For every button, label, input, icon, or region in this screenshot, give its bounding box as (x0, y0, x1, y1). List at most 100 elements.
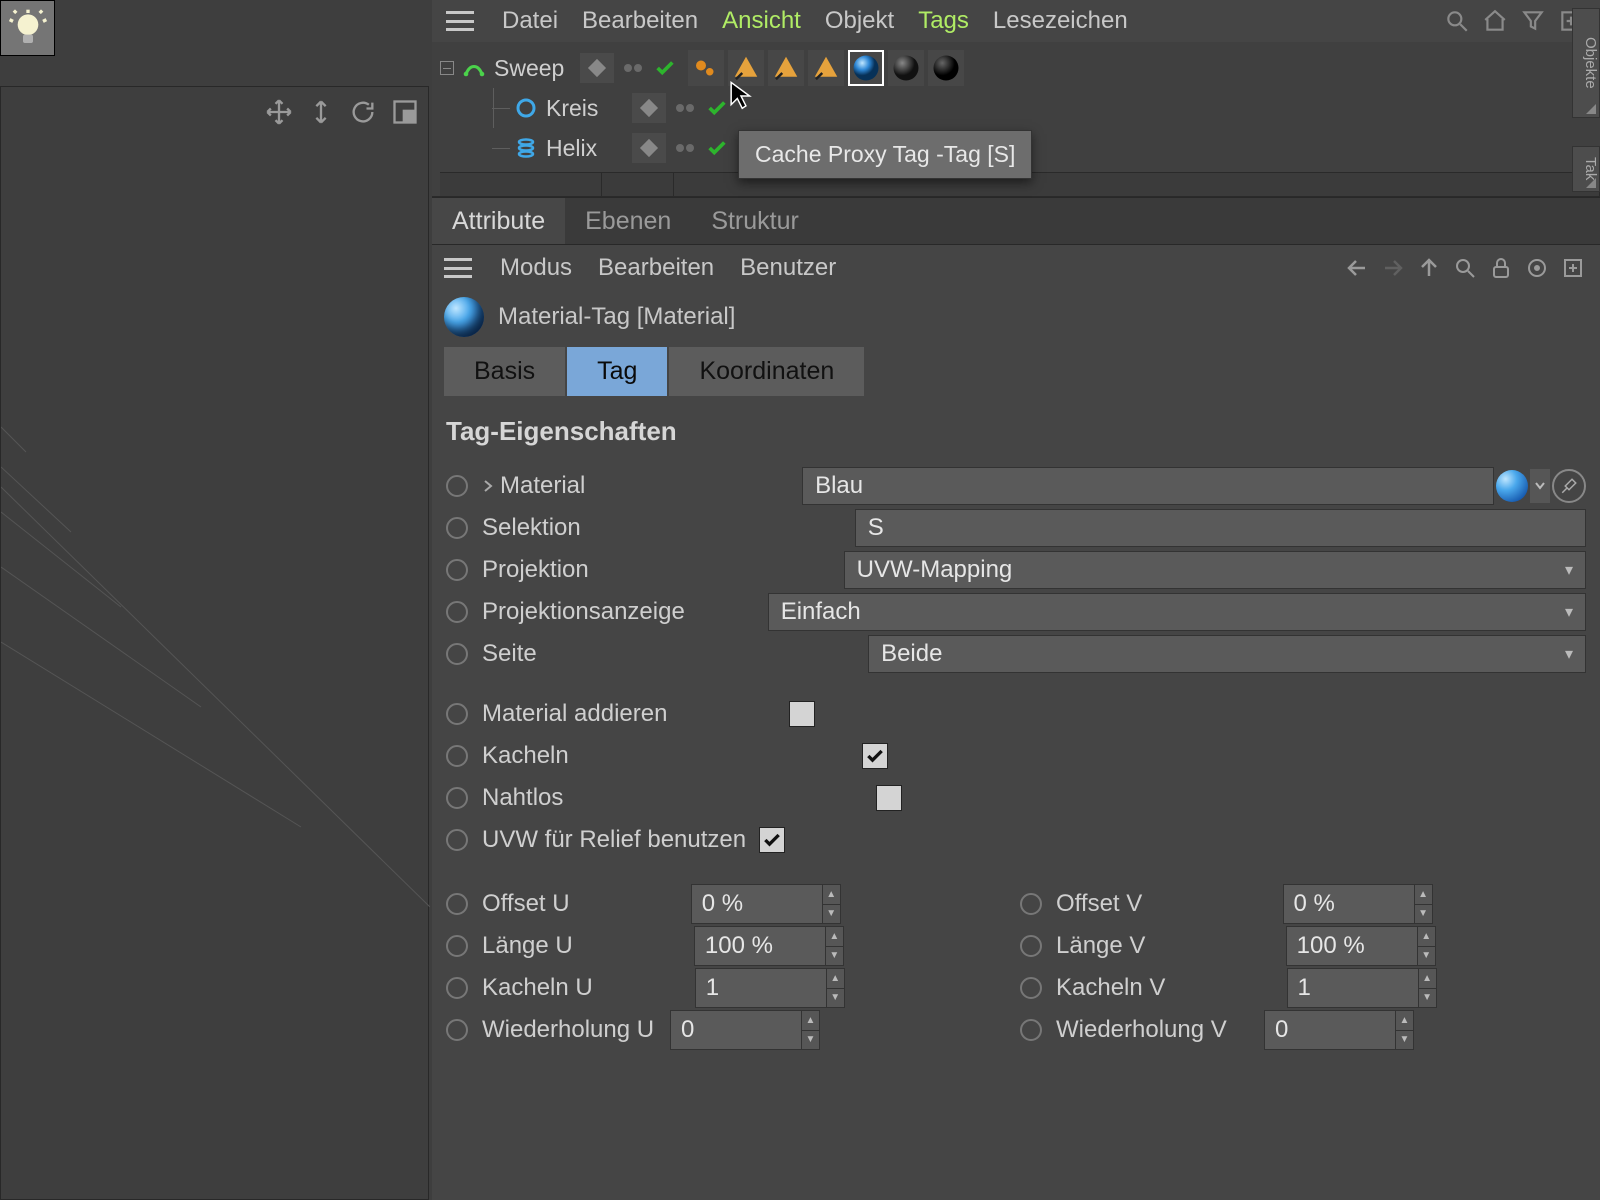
tag-material-dark-icon[interactable] (888, 50, 924, 86)
filter-icon[interactable] (1518, 6, 1548, 36)
checkbox[interactable] (862, 743, 888, 769)
prop-label: Kacheln (482, 742, 569, 770)
visibility-dots-icon[interactable] (666, 104, 704, 112)
prop-label: Wiederholung V (1056, 1016, 1227, 1044)
hamburger-icon[interactable] (444, 258, 472, 278)
layer-color-icon[interactable] (580, 53, 614, 83)
rotate-icon[interactable] (346, 95, 380, 129)
projection-dropdown[interactable]: UVW-Mapping▾ (844, 551, 1586, 589)
subtab-basis[interactable]: Basis (444, 347, 565, 396)
subtab-tag[interactable]: Tag (567, 347, 667, 396)
prop-material: Material . . . . . . . . . . . Blau (446, 465, 1586, 507)
param-anim-icon[interactable] (446, 517, 468, 539)
material-field[interactable]: Blau (802, 467, 1494, 505)
visibility-dots-icon[interactable] (614, 64, 652, 72)
param-anim-icon[interactable] (446, 703, 468, 725)
lock-icon[interactable] (1486, 253, 1516, 283)
nav-back-icon[interactable] (1342, 253, 1372, 283)
param-anim-icon[interactable] (446, 829, 468, 851)
enabled-check-icon[interactable] (706, 137, 728, 159)
param-anim-icon[interactable] (446, 643, 468, 665)
param-anim-icon[interactable] (1020, 893, 1042, 915)
hint-lightbulb[interactable] (0, 0, 55, 56)
projection-display-dropdown[interactable]: Einfach▾ (768, 593, 1586, 631)
visibility-dots-icon[interactable] (666, 144, 704, 152)
hamburger-icon[interactable] (446, 11, 474, 31)
chevron-down-icon[interactable] (1530, 469, 1550, 503)
param-anim-icon[interactable] (446, 601, 468, 623)
material-swatch-icon[interactable] (1496, 470, 1528, 502)
search-icon[interactable] (1442, 6, 1472, 36)
prop-laenge-v: Länge V. . . . . . . 100 %▲▼ (1020, 925, 1586, 967)
prop-label: UVW für Relief benutzen (482, 826, 746, 854)
laenge-u-input[interactable]: 100 %▲▼ (694, 926, 844, 966)
param-anim-icon[interactable] (446, 893, 468, 915)
param-anim-icon[interactable] (446, 1019, 468, 1041)
prop-label: Offset V (1056, 890, 1142, 918)
attr-menu-benutzer[interactable]: Benutzer (740, 254, 836, 282)
layer-color-icon[interactable] (632, 133, 666, 163)
selection-field[interactable]: S (855, 509, 1586, 547)
laenge-v-input[interactable]: 100 %▲▼ (1286, 926, 1436, 966)
param-anim-icon[interactable] (446, 475, 468, 497)
menu-objekt[interactable]: Objekt (825, 7, 894, 35)
search-icon[interactable] (1450, 253, 1480, 283)
menu-lesezeichen[interactable]: Lesezeichen (993, 7, 1128, 35)
new-window-icon[interactable] (1558, 253, 1588, 283)
wieder-v-input[interactable]: 0▲▼ (1264, 1010, 1414, 1050)
param-anim-icon[interactable] (1020, 935, 1042, 957)
layer-color-icon[interactable] (632, 93, 666, 123)
checkbox[interactable] (876, 785, 902, 811)
tag-material-blue-icon[interactable] (848, 50, 884, 86)
offset-u-input[interactable]: 0 %▲▼ (691, 884, 841, 924)
menu-bearbeiten[interactable]: Bearbeiten (582, 7, 698, 35)
tree-row-kreis[interactable]: Kreis (440, 88, 1600, 128)
target-icon[interactable] (1522, 253, 1552, 283)
maximize-icon[interactable] (388, 95, 422, 129)
tag-dyn-icon[interactable] (688, 50, 724, 86)
enabled-check-icon[interactable] (706, 97, 728, 119)
menu-ansicht[interactable]: Ansicht (722, 7, 801, 35)
param-anim-icon[interactable] (446, 935, 468, 957)
param-anim-icon[interactable] (446, 977, 468, 999)
param-anim-icon[interactable] (1020, 977, 1042, 999)
chevron-right-icon[interactable] (482, 480, 494, 492)
tree-collapse-icon[interactable] (440, 61, 454, 75)
menu-datei[interactable]: Datei (502, 7, 558, 35)
tree-row-sweep[interactable]: Sweep (440, 48, 1600, 88)
enabled-check-icon[interactable] (654, 57, 676, 79)
tag-cacheproxy-icon[interactable] (808, 50, 844, 86)
tree-item-label: Sweep (494, 55, 572, 82)
checkbox[interactable] (789, 701, 815, 727)
nav-up-icon[interactable] (1414, 253, 1444, 283)
tab-struktur[interactable]: Struktur (691, 198, 819, 244)
param-anim-icon[interactable] (446, 559, 468, 581)
prop-seite: Seite . . . . . . . . . . . . . . . . . … (446, 633, 1586, 675)
lightbulb-icon (8, 8, 48, 48)
param-anim-icon[interactable] (1020, 1019, 1042, 1041)
menu-tags[interactable]: Tags (918, 7, 969, 35)
offset-v-input[interactable]: 0 %▲▼ (1283, 884, 1433, 924)
checkbox[interactable] (759, 827, 785, 853)
attr-menu-modus[interactable]: Modus (500, 254, 572, 282)
side-dropdown[interactable]: Beide▾ (868, 635, 1586, 673)
kacheln-u-input[interactable]: 1▲▼ (695, 968, 845, 1008)
tag-material-black-icon[interactable] (928, 50, 964, 86)
param-anim-icon[interactable] (446, 787, 468, 809)
chevron-down-icon: ▾ (1565, 644, 1573, 664)
move-icon[interactable] (262, 95, 296, 129)
object-manager-menubar: Datei Bearbeiten Ansicht Objekt Tags Les… (432, 0, 1600, 42)
pan-vertical-icon[interactable] (304, 95, 338, 129)
home-icon[interactable] (1480, 6, 1510, 36)
prop-label: Offset U (482, 890, 570, 918)
wieder-u-input[interactable]: 0▲▼ (670, 1010, 820, 1050)
tag-cacheproxy-icon[interactable] (768, 50, 804, 86)
tab-attribute[interactable]: Attribute (432, 198, 565, 244)
attr-menu-bearbeiten[interactable]: Bearbeiten (598, 254, 714, 282)
tab-ebenen[interactable]: Ebenen (565, 198, 691, 244)
param-anim-icon[interactable] (446, 745, 468, 767)
subtab-koordinaten[interactable]: Koordinaten (669, 347, 864, 396)
picker-icon[interactable] (1552, 469, 1586, 503)
viewport-panel[interactable] (0, 86, 429, 1200)
kacheln-v-input[interactable]: 1▲▼ (1287, 968, 1437, 1008)
